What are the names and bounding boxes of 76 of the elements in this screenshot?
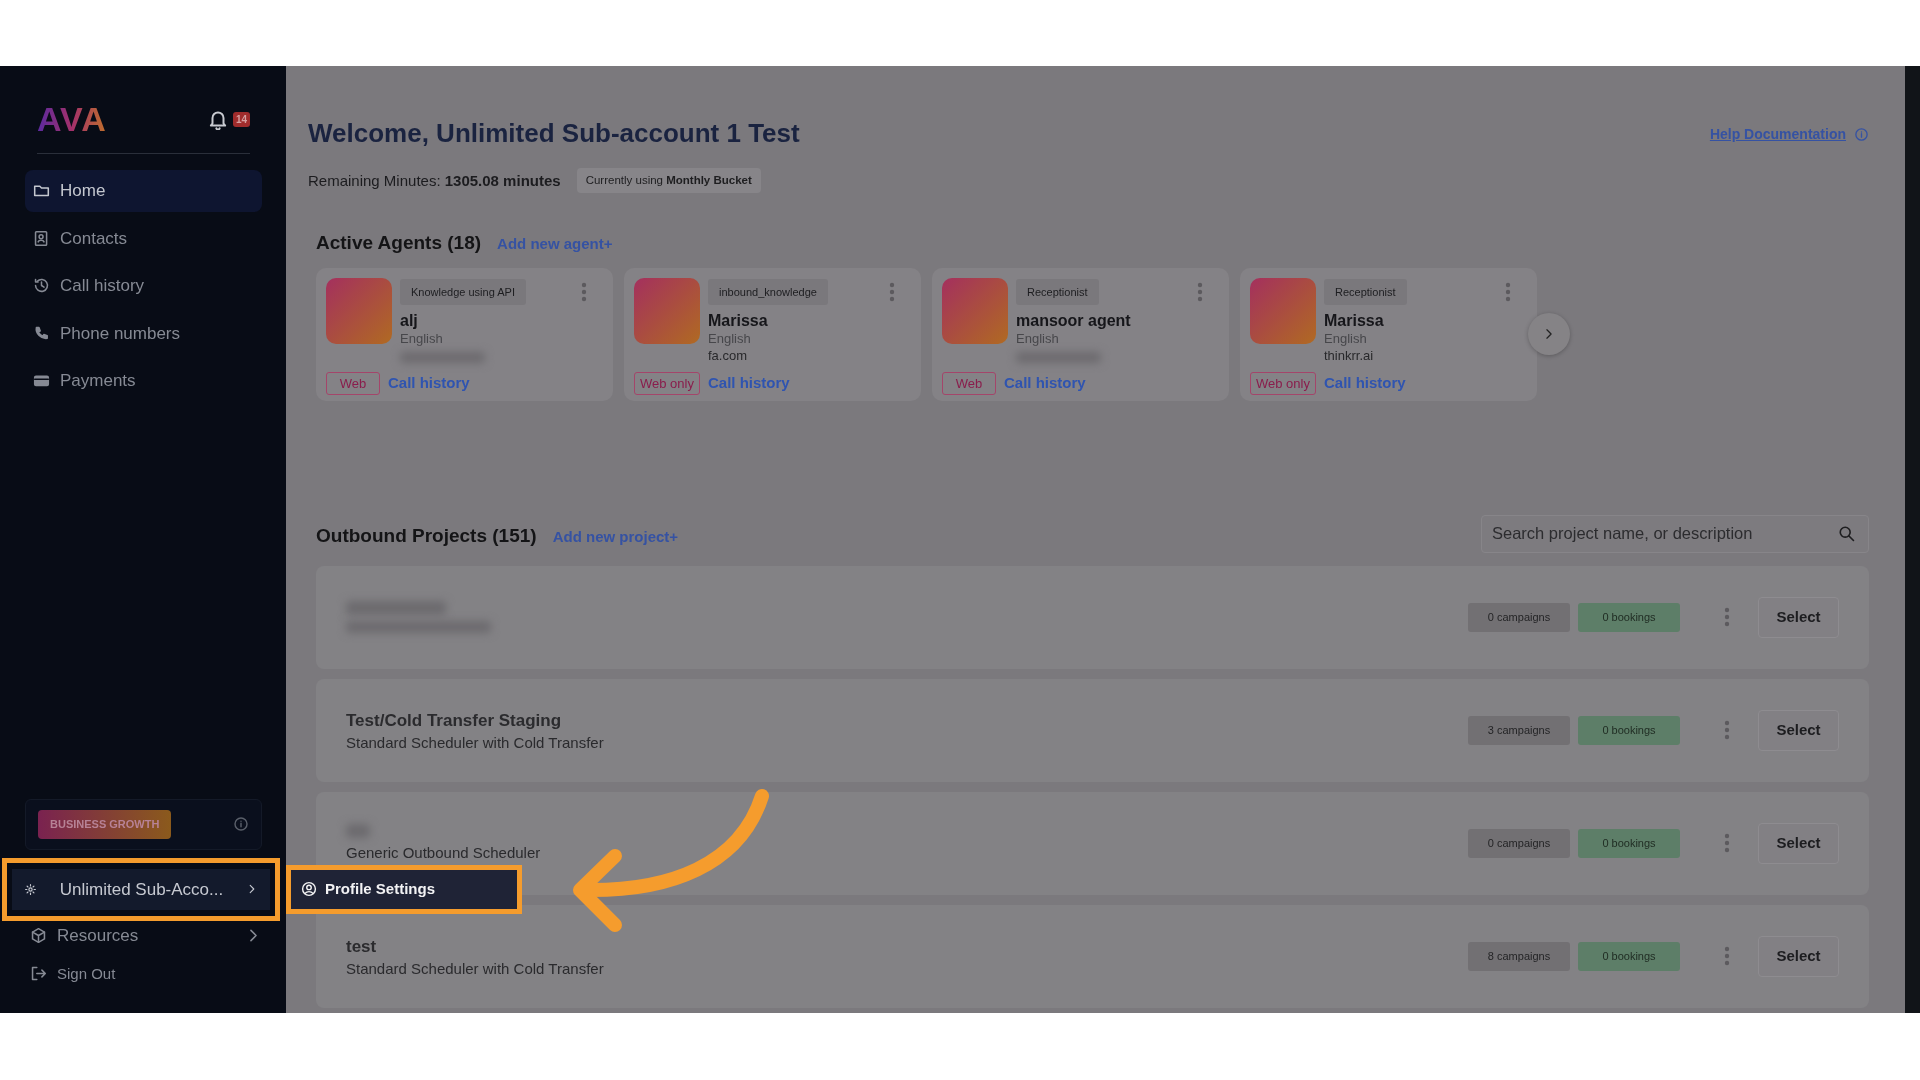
footer-nav-item[interactable]: Resources <box>30 923 262 949</box>
avatar-placeholder <box>634 277 700 344</box>
project-description: Generic Outbound Scheduler <box>346 844 542 863</box>
section-title: Active Agents (18) <box>316 231 482 256</box>
phone-icon <box>33 324 50 342</box>
sign-out-icon <box>30 965 47 983</box>
campaigns-count: 3 campaigns <box>1468 716 1570 745</box>
account-menu-item[interactable]: Unlimited Sub-Acco... <box>12 868 270 910</box>
agent-language: English <box>1016 330 1060 348</box>
kebab-icon <box>1724 720 1730 741</box>
bookings-count: 0 bookings <box>1578 716 1680 745</box>
select-button[interactable]: Select <box>1758 710 1839 751</box>
campaigns-count: 0 campaigns <box>1468 603 1570 632</box>
select-button[interactable]: Select <box>1758 597 1839 638</box>
channel-tag: Web <box>942 371 996 396</box>
campaigns-count: 8 campaigns <box>1468 942 1570 971</box>
nav-item[interactable]: Phone numbers <box>25 312 262 354</box>
project-description: Standard Scheduler with Cold Transfer <box>346 959 605 979</box>
project-name: test <box>346 936 378 959</box>
kebab-icon <box>1724 833 1730 854</box>
channel-tag: Web <box>326 371 380 396</box>
info-icon <box>233 816 249 833</box>
kebab-icon <box>889 281 895 302</box>
notification-count: 14 <box>232 112 250 127</box>
kebab-icon <box>1197 281 1203 302</box>
search-icon <box>1838 524 1856 543</box>
bookings-count: 0 bookings <box>1578 829 1680 858</box>
select-button[interactable]: Select <box>1758 936 1839 977</box>
remaining-minutes: Remaining Minutes: 1305.08 minutes <box>308 170 561 191</box>
agent-name: mansoor agent <box>1016 311 1132 331</box>
contact-card-icon <box>33 229 50 247</box>
campaigns-count: 0 campaigns <box>1468 829 1570 858</box>
avatar-placeholder <box>942 277 1008 344</box>
agent-language: English <box>400 330 444 348</box>
page-title: Welcome, Unlimited Sub-account 1 Test <box>308 118 800 150</box>
avatar-placeholder <box>326 277 392 344</box>
channel-tag: Web only <box>1250 371 1316 396</box>
plan-badge: BUSINESS GROWTH <box>38 810 172 839</box>
channel-tag: Web only <box>634 371 700 396</box>
agent-language: English <box>708 330 752 348</box>
bookings-count: 0 bookings <box>1578 603 1680 632</box>
history-icon <box>33 277 50 295</box>
agent-tag: inbound_knowledge <box>708 278 828 306</box>
info-icon <box>1854 127 1869 142</box>
footer-item-label: Resources <box>57 925 140 947</box>
project-name: Test/Cold Transfer Staging <box>346 710 563 733</box>
kebab-icon <box>1724 946 1730 967</box>
nav-item[interactable]: Home <box>25 170 262 212</box>
footer-item-label: Sign Out <box>57 963 117 984</box>
project-description: Standard Scheduler with Cold Transfer <box>346 733 605 753</box>
agent-name: Marissa <box>1324 311 1385 331</box>
kebab-icon <box>1505 281 1511 302</box>
account-name: Unlimited Sub-Acco... <box>58 878 225 901</box>
avatar-placeholder <box>1250 277 1316 344</box>
kebab-icon <box>1724 607 1730 628</box>
cube-icon <box>30 927 47 945</box>
profile-settings-item[interactable]: Profile Settings <box>291 870 517 909</box>
section-title: Outbound Projects (151) <box>316 524 537 549</box>
nav-item[interactable]: Call history <box>25 265 262 307</box>
select-button[interactable]: Select <box>1758 823 1839 864</box>
nav-item[interactable]: Contacts <box>25 217 262 259</box>
agent-tag: Receptionist <box>1324 278 1407 306</box>
agent-name: alj <box>400 311 419 331</box>
agent-name: Marissa <box>708 311 769 331</box>
agent-language: English <box>1324 330 1368 348</box>
agent-domain: fa.com <box>708 347 748 365</box>
next-button[interactable] <box>1528 313 1570 356</box>
user-circle-icon <box>301 881 317 898</box>
bucket-badge: Currently using Monthly Bucket <box>576 168 761 194</box>
nav-item[interactable]: Payments <box>25 360 262 402</box>
agent-tag: Receptionist <box>1016 278 1099 306</box>
bookings-count: 0 bookings <box>1578 942 1680 971</box>
footer-nav-item[interactable]: Sign Out <box>30 962 262 985</box>
kebab-icon <box>581 281 587 302</box>
agent-domain: thinkrr.ai <box>1324 347 1375 365</box>
agent-tag: Knowledge using API <box>400 278 526 306</box>
